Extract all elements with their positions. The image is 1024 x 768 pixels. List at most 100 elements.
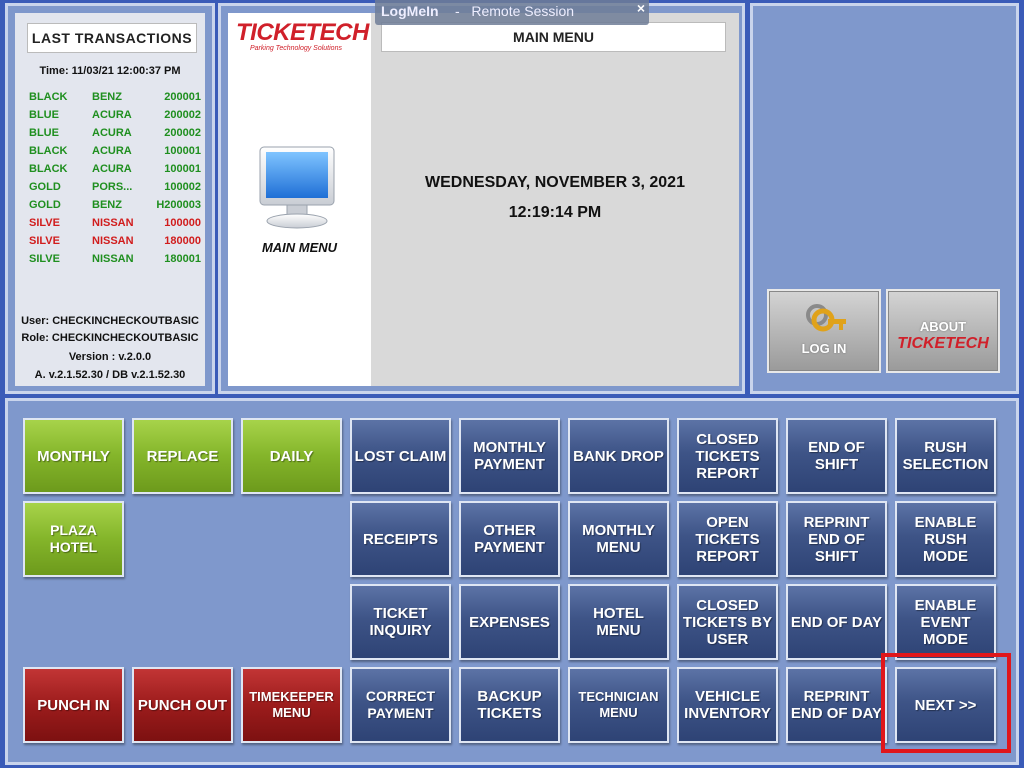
about-button[interactable]: ABOUT TICKETECH (886, 289, 1000, 373)
last-transactions-title: LAST TRANSACTIONS (27, 23, 197, 53)
transaction-ticket: 200001 (164, 91, 201, 103)
transaction-make: BENZ (92, 91, 122, 103)
transaction-color: BLUE (29, 109, 59, 121)
technician-menu-button[interactable]: TECHNICIAN MENU (568, 667, 669, 743)
transaction-ticket: 100001 (164, 145, 201, 157)
transaction-ticket: 180001 (164, 253, 201, 265)
plaza-hotel-button[interactable]: PLAZA HOTEL (23, 501, 124, 577)
ticket-inquiry-button[interactable]: TICKET INQUIRY (350, 584, 451, 660)
bank-drop-button[interactable]: BANK DROP (568, 418, 669, 494)
hotel-menu-button[interactable]: HOTEL MENU (568, 584, 669, 660)
transaction-row: SILVE NISSAN 180001 (15, 251, 205, 269)
transaction-row: SILVE NISSAN 100000 (15, 215, 205, 233)
ticketech-logo-tagline: Parking Technology Solutions (250, 45, 342, 52)
current-time: 12:19:14 PM (508, 204, 602, 221)
ticketech-logo: TICKETECH Parking Technology Solutions (236, 19, 369, 53)
transaction-make: ACURA (92, 109, 132, 121)
logmein-session-title: - Remote Session (455, 3, 575, 19)
monthly-payment-button[interactable]: MONTHLY PAYMENT (459, 418, 560, 494)
ticketech-logo-wordmark: TICKETECH (236, 19, 369, 46)
remote-session-bar: LogMeIn - Remote Session × (375, 0, 649, 25)
transaction-ticket: 200002 (164, 109, 201, 121)
role-label: Role: CHECKINCHECKOUTBASIC (21, 332, 199, 344)
transaction-ticket: 100000 (164, 217, 201, 229)
transaction-row: BLUE ACURA 200002 (15, 107, 205, 125)
transaction-color: SILVE (29, 217, 60, 229)
transaction-row: BLACK ACURA 100001 (15, 161, 205, 179)
transaction-color: SILVE (29, 235, 60, 247)
transaction-row: BLUE ACURA 200002 (15, 125, 205, 143)
next-button[interactable]: NEXT >> (895, 667, 996, 743)
main-menu-title: MAIN MENU (381, 22, 726, 52)
monthly-menu-button[interactable]: MONTHLY MENU (568, 501, 669, 577)
enable-event-mode-button[interactable]: ENABLE EVENT MODE (895, 584, 996, 660)
timekeeper-menu-button[interactable]: TIMEKEEPER MENU (241, 667, 342, 743)
version-label: Version : v.2.0.0 (68, 351, 152, 363)
daily-button[interactable]: DAILY (241, 418, 342, 494)
transaction-make: NISSAN (92, 235, 134, 247)
transaction-ticket: 100001 (164, 163, 201, 175)
end-of-day-button[interactable]: END OF DAY (786, 584, 887, 660)
user-label: User: CHECKINCHECKOUTBASIC (21, 315, 199, 327)
transaction-color: SILVE (29, 253, 60, 265)
transaction-ticket: 180000 (164, 235, 201, 247)
transaction-make: ACURA (92, 163, 132, 175)
monthly-button[interactable]: MONTHLY (23, 418, 124, 494)
closed-tickets-by-user-button[interactable]: CLOSED TICKETS BY USER (677, 584, 778, 660)
main-menu-icon-caption: MAIN MENU (261, 240, 338, 255)
last-transactions-time: Time: 11/03/21 12:00:37 PM (39, 65, 181, 77)
build-label: A. v.2.1.52.30 / DB v.2.1.52.30 (34, 369, 186, 381)
transaction-make: ACURA (92, 145, 132, 157)
transaction-color: BLACK (29, 145, 68, 157)
transaction-color: BLUE (29, 127, 59, 139)
transaction-make: PORS... (92, 181, 133, 193)
logmein-app-name: LogMeIn (381, 3, 439, 19)
other-payment-button[interactable]: OTHER PAYMENT (459, 501, 560, 577)
punch-in-button[interactable]: PUNCH IN (23, 667, 124, 743)
transaction-row: GOLD BENZ H200003 (15, 197, 205, 215)
logo-column: TICKETECH Parking Technology Solutions M… (228, 13, 371, 386)
receipts-button[interactable]: RECEIPTS (350, 501, 451, 577)
session-panel: LOG IN ABOUT TICKETECH (750, 3, 1019, 394)
transaction-ticket: 100002 (164, 181, 201, 193)
transaction-make: ACURA (92, 127, 132, 139)
reprint-end-of-day-button[interactable]: REPRINT END OF DAY (786, 667, 887, 743)
lost-claim-button[interactable]: LOST CLAIM (350, 418, 451, 494)
transaction-color: BLACK (29, 91, 68, 103)
end-of-shift-button[interactable]: END OF SHIFT (786, 418, 887, 494)
transaction-color: GOLD (29, 199, 61, 211)
transaction-color: GOLD (29, 181, 61, 193)
about-brand-logo: TICKETECH (897, 335, 989, 352)
transaction-row: SILVE NISSAN 180000 (15, 233, 205, 251)
transaction-make: BENZ (92, 199, 122, 211)
expenses-button[interactable]: EXPENSES (459, 584, 560, 660)
transaction-row: GOLD PORS... 100002 (15, 179, 205, 197)
backup-tickets-button[interactable]: BACKUP TICKETS (459, 667, 560, 743)
transaction-ticket: 200002 (164, 127, 201, 139)
punch-out-button[interactable]: PUNCH OUT (132, 667, 233, 743)
current-date: WEDNESDAY, NOVEMBER 3, 2021 (425, 174, 685, 191)
enable-rush-mode-button[interactable]: ENABLE RUSH MODE (895, 501, 996, 577)
closed-tickets-report-button[interactable]: CLOSED TICKETS REPORT (677, 418, 778, 494)
open-tickets-report-button[interactable]: OPEN TICKETS REPORT (677, 501, 778, 577)
reprint-end-of-shift-button[interactable]: REPRINT END OF SHIFT (786, 501, 887, 577)
monitor-icon (259, 146, 335, 229)
login-button[interactable]: LOG IN (767, 289, 881, 373)
rush-selection-button[interactable]: RUSH SELECTION (895, 418, 996, 494)
key-icon (806, 304, 846, 332)
main-menu-panel: TICKETECH Parking Technology Solutions M… (218, 3, 745, 394)
close-icon[interactable]: × (637, 0, 645, 16)
transaction-make: NISSAN (92, 217, 134, 229)
vehicle-inventory-button[interactable]: VEHICLE INVENTORY (677, 667, 778, 743)
correct-payment-button[interactable]: CORRECT PAYMENT (350, 667, 451, 743)
last-transactions-panel: LAST TRANSACTIONS Time: 11/03/21 12:00:3… (5, 3, 215, 394)
replace-button[interactable]: REPLACE (132, 418, 233, 494)
transaction-row: BLACK BENZ 200001 (15, 89, 205, 107)
transaction-ticket: H200003 (156, 199, 201, 211)
transaction-row: BLACK ACURA 100001 (15, 143, 205, 161)
main-menu-content: MAIN MENU WEDNESDAY, NOVEMBER 3, 2021 12… (371, 13, 739, 386)
about-label: ABOUT (919, 319, 967, 334)
transaction-make: NISSAN (92, 253, 134, 265)
transaction-color: BLACK (29, 163, 68, 175)
login-label: LOG IN (801, 341, 847, 356)
